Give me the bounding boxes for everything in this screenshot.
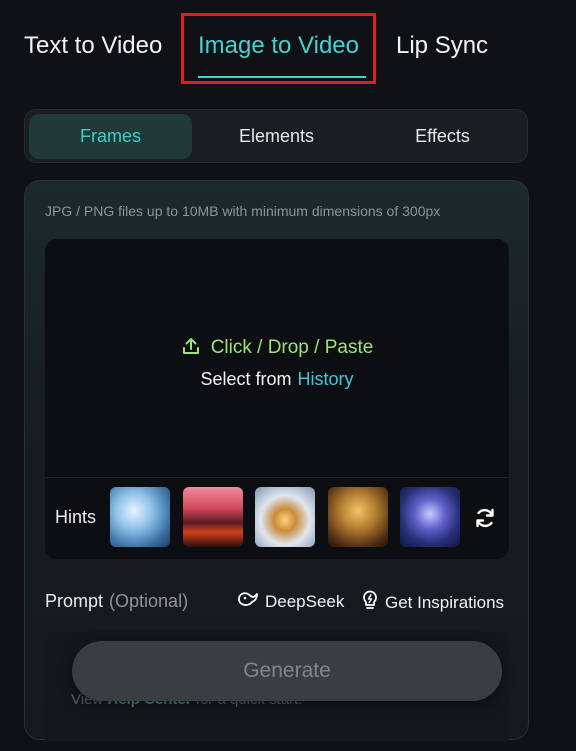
history-link[interactable]: History <box>298 369 354 389</box>
deepseek-button[interactable]: DeepSeek <box>237 590 344 613</box>
select-from-history: Select from History <box>45 369 509 390</box>
get-inspirations-button[interactable]: Get Inspirations <box>361 590 504 615</box>
hint-thumbnail-3[interactable] <box>255 487 315 547</box>
hint-thumbnail-1[interactable] <box>110 487 170 547</box>
tab-frames[interactable]: Frames <box>29 114 192 159</box>
lightbulb-icon <box>361 590 379 615</box>
deepseek-icon <box>237 590 259 613</box>
upload-icon <box>181 336 201 362</box>
hint-thumbnail-5[interactable] <box>400 487 460 547</box>
tab-text-to-video[interactable]: Text to Video <box>24 30 162 62</box>
refresh-hints-icon[interactable] <box>473 506 497 530</box>
hint-thumbnail-2[interactable] <box>183 487 243 547</box>
deepseek-label: DeepSeek <box>265 591 345 611</box>
generate-button[interactable]: Generate <box>72 641 502 701</box>
prompt-optional-label: (Optional) <box>109 591 189 611</box>
prompt-label: Prompt (Optional) <box>45 591 189 611</box>
hints-label: Hints <box>55 507 97 527</box>
get-inspirations-label: Get Inspirations <box>385 592 505 612</box>
upload-requirements: JPG / PNG files up to 10MB with minimum … <box>45 203 441 219</box>
hints-divider <box>45 477 509 478</box>
select-from-label: Select from <box>200 369 292 389</box>
tab-lip-sync[interactable]: Lip Sync <box>396 30 488 62</box>
hint-thumbnail-4[interactable] <box>328 487 388 547</box>
mode-tabs: Text to Video Image to Video Lip Sync <box>0 0 576 95</box>
tab-effects[interactable]: Effects <box>361 114 524 159</box>
tab-elements[interactable]: Elements <box>195 114 358 159</box>
sub-mode-tabs: Frames Elements Effects <box>24 109 528 163</box>
image-drop-zone[interactable]: Click / Drop / Paste Select from History … <box>45 239 509 559</box>
annotation-highlight-box <box>181 13 376 84</box>
upload-action-label: Click / Drop / Paste <box>210 337 374 358</box>
upload-action[interactable]: Click / Drop / Paste <box>45 336 509 362</box>
